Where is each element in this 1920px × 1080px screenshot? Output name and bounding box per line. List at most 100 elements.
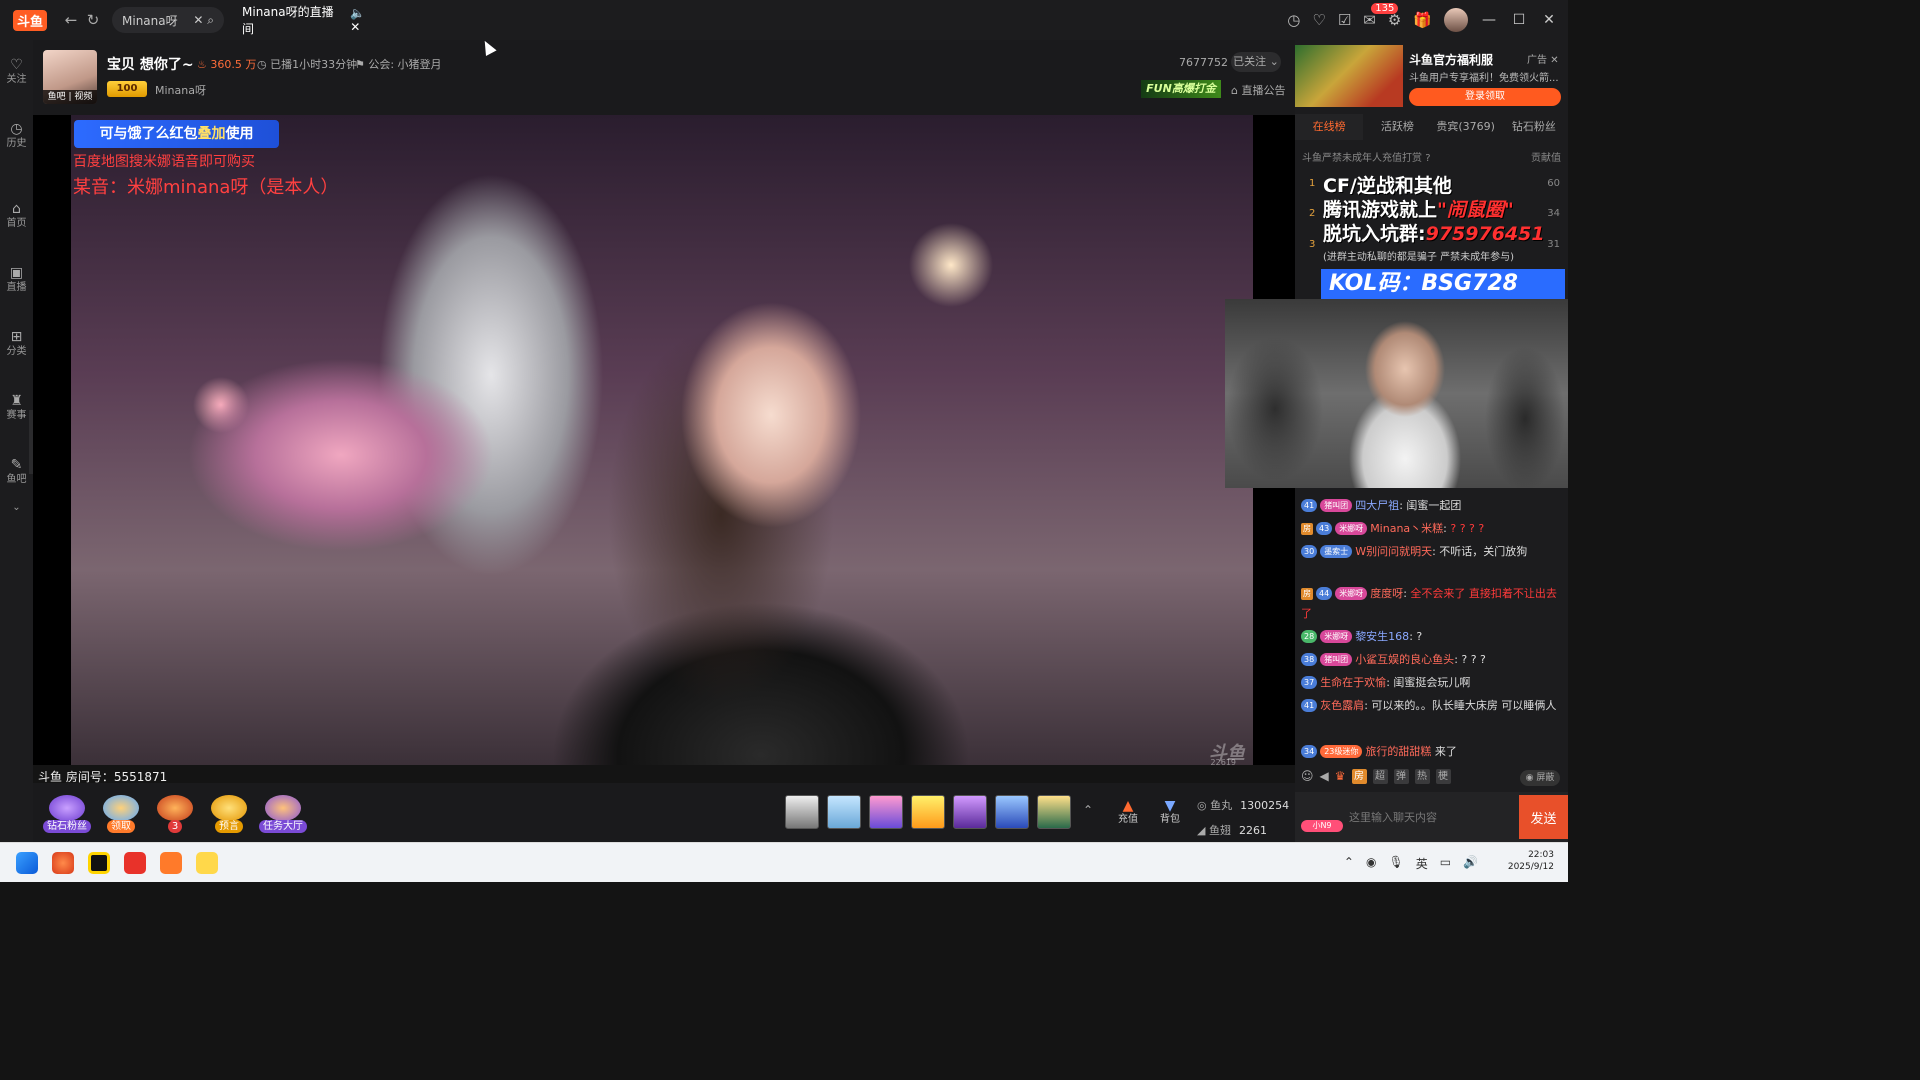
douyu-logo[interactable]: 斗鱼 [0, 0, 60, 40]
app-icon[interactable] [52, 852, 74, 874]
ad-login-button[interactable]: 登录领取 [1409, 88, 1561, 106]
fan-badge-avatar[interactable]: 小N9 [1301, 804, 1343, 832]
anchor-level-badge: 100 [107, 81, 147, 97]
maximize-icon[interactable]: ☐ [1510, 12, 1528, 28]
gift-item[interactable] [1037, 795, 1071, 829]
streamer-avatar[interactable]: 鱼吧 | 视频 [43, 50, 97, 104]
chat-tool-super[interactable]: 超 [1372, 769, 1388, 784]
gift-item[interactable] [995, 795, 1029, 829]
trophy-icon [211, 795, 247, 821]
room-icon[interactable]: 房 [1351, 769, 1367, 784]
hot-value: ♨ 360.5 万 [197, 58, 257, 71]
favorite-icon[interactable]: ♡ [1312, 11, 1325, 29]
treasure-button[interactable]: 3 [149, 795, 201, 833]
close-icon[interactable]: ✕ [1550, 55, 1558, 66]
search-tab[interactable]: Minana呀 ✕ ⌕ [112, 7, 224, 33]
guild-info[interactable]: ⚑ 公会: 小猪登月 [355, 56, 442, 72]
chat-tool-meme[interactable]: 梗 [1435, 769, 1451, 784]
fish-fin-balance: ◢ 鱼翅 2261 [1197, 824, 1267, 837]
diamond-fans-button[interactable]: 钻石粉丝 [41, 795, 93, 833]
recharge-button[interactable]: ▲ 充值 [1113, 798, 1143, 826]
system-clock[interactable]: 22:03 2025/9/12 [1508, 849, 1554, 873]
chevron-up-icon[interactable]: ⌃ [1344, 855, 1354, 872]
chat-message: 房 44 米娜呀 度度呀: 全不会来了 直接扣着不让出去了 [1301, 587, 1557, 620]
clock-icon: ◷ [257, 58, 271, 71]
chat-tools: ☺ ◀ ♛ 房 超 弹 热 梗 [1301, 769, 1451, 787]
rail-item-home[interactable]: ⌂ 首页 [0, 200, 33, 230]
app-icon[interactable] [88, 852, 110, 874]
ad-tag[interactable]: 广告 ✕ [1527, 51, 1559, 66]
message-icon[interactable]: ✉ 135 [1363, 3, 1399, 29]
follow-button[interactable]: 已关注 ⌄ [1231, 52, 1281, 72]
tab-diamond-fans[interactable]: 钻石粉丝 [1500, 114, 1568, 140]
close-icon[interactable]: ✕ ⌕ [193, 13, 214, 28]
backpack-icon: ▼ [1164, 798, 1176, 814]
minimize-icon[interactable]: — [1480, 12, 1498, 28]
ad-subtitle: 斗鱼用户专享福利！免费领火箭... [1409, 73, 1559, 84]
chat-message: 房 43 米娜呀 Minana丶米糕: ? ? ? ? [1301, 522, 1485, 535]
refresh-icon[interactable]: ↻ [82, 11, 104, 29]
chat-message: 38 猪叫团 小鲨互娱的良心鱼头: ? ? ? [1301, 650, 1563, 670]
rail-item-live[interactable]: ▣ 直播 [0, 264, 33, 294]
task-icon[interactable]: ☑ [1338, 11, 1351, 29]
tray-app-icon[interactable]: ◉ [1366, 855, 1376, 872]
chat-list[interactable]: 41 猪叫团 四大尸祖: 闺蜜一起团 房 43 米娜呀 Minana丶米糕: ? ? ? … [1295, 496, 1568, 764]
window-close-icon[interactable]: ✕ [1540, 12, 1558, 28]
chat-message: 30 墨索士 W别问问就明天: 不听话，关门放狗 [1301, 542, 1563, 562]
emoji-icon[interactable]: ☺ [1301, 769, 1314, 787]
gift-item[interactable] [869, 795, 903, 829]
stream-video[interactable] [71, 115, 1253, 765]
tab-active-rank[interactable]: 活跃榜 [1363, 114, 1431, 140]
gift-item[interactable] [911, 795, 945, 829]
crown-icon[interactable]: ♛ [1335, 769, 1346, 787]
app-icon[interactable] [196, 852, 218, 874]
notice-button[interactable]: ⌂ 直播公告 [1231, 82, 1285, 98]
douyu-app-icon[interactable] [160, 852, 182, 874]
backpack-button[interactable]: ▼ 背包 [1155, 798, 1185, 826]
chevron-up-icon[interactable]: ⌃ [1083, 803, 1093, 817]
user-avatar[interactable] [1444, 8, 1468, 32]
chat-tool-hot[interactable]: 热 [1414, 769, 1430, 784]
gift-item[interactable] [785, 795, 819, 829]
tab-online-rank[interactable]: 在线榜 [1295, 114, 1364, 140]
rail-item-follow[interactable]: ♡ 关注 [0, 56, 33, 86]
send-button[interactable]: 发送 [1519, 795, 1568, 839]
notice-icon: ⌂ [1231, 84, 1242, 97]
live-room-tab[interactable]: Minana呀的直播间 🔈✕ [232, 5, 384, 36]
history-icon[interactable]: ◷ [1287, 11, 1300, 29]
microphone-icon[interactable]: 🎙 [1388, 855, 1403, 872]
block-button[interactable]: ◉ 屏蔽 [1520, 770, 1560, 786]
claim-button[interactable]: 领取 [95, 795, 147, 833]
horn-icon[interactable]: ◀ [1320, 769, 1329, 787]
streamer-name[interactable]: Minana呀 [155, 82, 206, 98]
chevron-down-icon[interactable]: ⌄ [0, 502, 33, 514]
tab-close-icon[interactable]: 🔈✕ [350, 6, 374, 34]
ad-banner[interactable]: 斗鱼官方福利服 广告 ✕ 斗鱼用户专享福利！免费领火箭... 登录领取 [1295, 45, 1568, 111]
help-icon[interactable]: ? [1425, 153, 1430, 164]
rail-item-category[interactable]: ⊞ 分类 [0, 328, 33, 358]
gift-item[interactable] [953, 795, 987, 829]
heart-icon: ♡ [10, 57, 23, 73]
event-logo[interactable]: FUN高爆打金 [1141, 80, 1221, 98]
right-sidebar: 斗鱼官方福利服 广告 ✕ 斗鱼用户专享福利！免费领火箭... 登录领取 在线榜 … [1225, 40, 1568, 842]
prediction-button[interactable]: 预言 [203, 795, 255, 833]
ad-image[interactable] [1295, 45, 1403, 107]
rail-item-history[interactable]: ◷ 历史 [0, 120, 33, 150]
weibo-icon[interactable] [124, 852, 146, 874]
gift-item[interactable] [827, 795, 861, 829]
avatar-tag[interactable]: 鱼吧 | 视频 [43, 90, 97, 104]
chat-input[interactable] [1349, 800, 1515, 834]
windows-start-icon[interactable] [16, 852, 38, 874]
ime-indicator[interactable]: 英 [1416, 855, 1428, 872]
task-hall-button[interactable]: 任务大厅 [257, 795, 309, 833]
network-icon[interactable]: ▭ [1440, 855, 1451, 872]
tab-vip[interactable]: 贵宾(3769) [1432, 114, 1500, 140]
gift-icon[interactable]: 🎁 [1413, 11, 1432, 29]
trophy-icon: ♜ [10, 393, 23, 409]
fish-ball-icon: ◎ [1197, 799, 1211, 812]
chat-tool-barrage[interactable]: 弹 [1393, 769, 1409, 784]
back-icon[interactable]: ← [60, 11, 82, 29]
picture-in-picture-video[interactable] [1225, 299, 1568, 488]
video-player[interactable]: 可与饿了么红包叠加使用 百度地图搜米娜语音即可购买 某音：米娜minana呀（是… [33, 115, 1295, 765]
volume-icon[interactable]: 🔊 [1463, 855, 1478, 872]
